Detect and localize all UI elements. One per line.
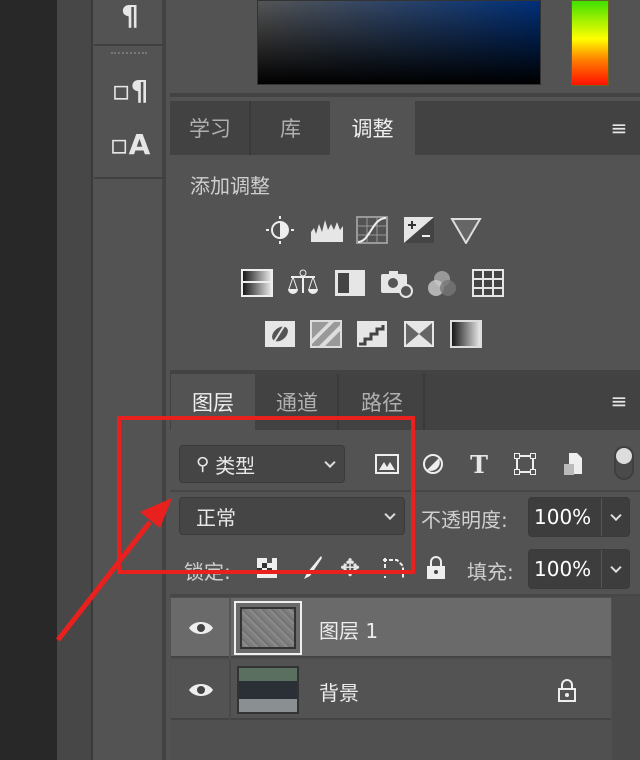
- annotation-arrow: [56, 498, 172, 642]
